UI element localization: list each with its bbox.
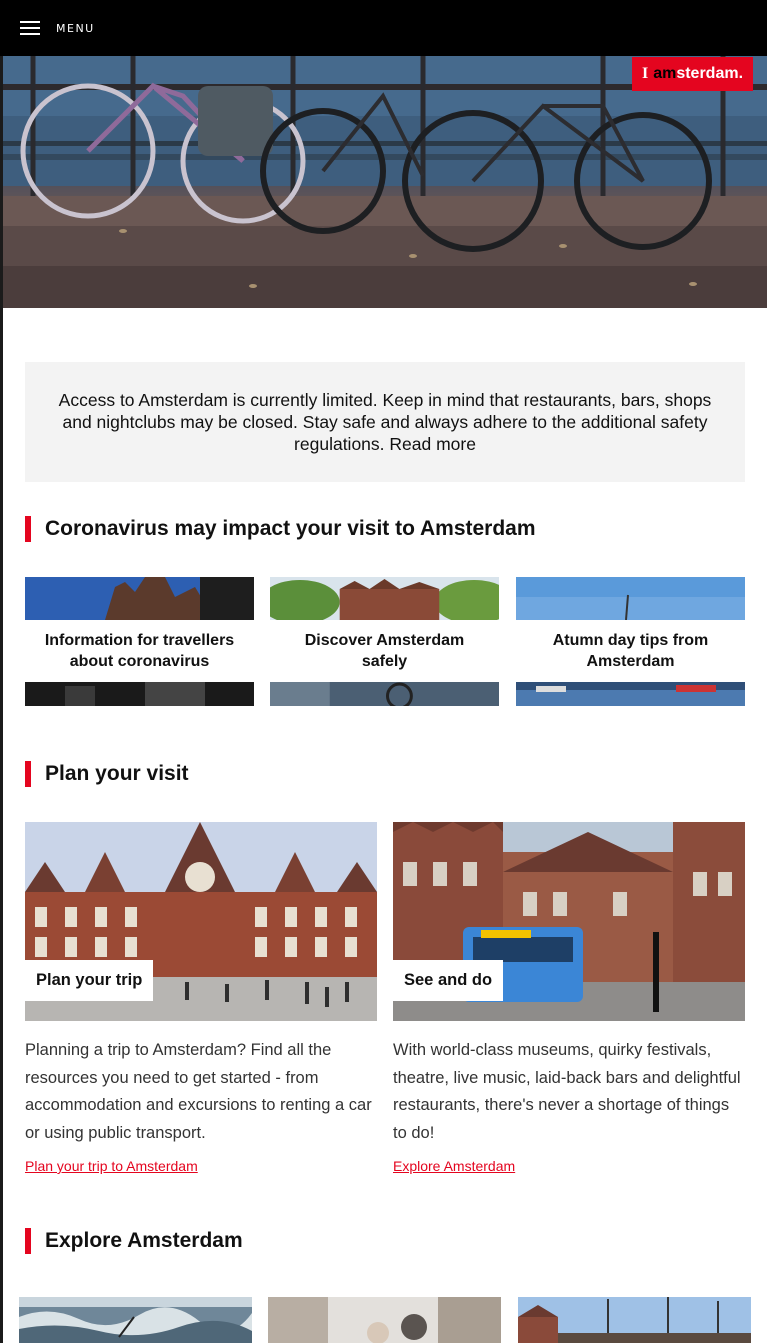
top-bar: MENU xyxy=(0,0,767,56)
hamburger-icon xyxy=(20,21,40,35)
bicycles-photo xyxy=(3,56,767,308)
card-image-bottom xyxy=(270,682,499,706)
logo-rest: sterdam xyxy=(676,65,739,82)
menu-button[interactable]: MENU xyxy=(20,17,95,39)
logo-prefix: I xyxy=(641,65,649,82)
card-label-box: Atumn day tips from Amsterdam xyxy=(516,620,745,682)
card-label-box: Information for travellers about coronav… xyxy=(25,620,254,682)
plan-card-tag: See and do xyxy=(393,960,504,1001)
card-image-bottom xyxy=(516,682,745,706)
street-photo xyxy=(268,1297,501,1343)
card-image-top xyxy=(25,577,254,620)
explore-thumb-street[interactable] xyxy=(268,1297,501,1343)
corona-card-autumn[interactable]: Atumn day tips from Amsterdam xyxy=(516,577,745,706)
section-title-explore: Explore Amsterdam xyxy=(45,1229,243,1252)
plan-card-image: Plan your trip xyxy=(25,822,377,1021)
corona-card-travellers[interactable]: Information for travellers about coronav… xyxy=(25,577,254,706)
notice-text: Access to Amsterdam is currently limited… xyxy=(58,390,712,454)
plan-card-image: See and do xyxy=(393,822,745,1021)
card-image-top xyxy=(270,577,499,620)
logo-wordmark: amsterdam. xyxy=(653,65,743,83)
i-amsterdam-logo[interactable]: I amsterdam. xyxy=(632,57,753,91)
logo-am: am xyxy=(653,65,677,82)
plan-trip-link[interactable]: Plan your trip to Amsterdam xyxy=(25,1158,198,1174)
logo-dot: . xyxy=(738,65,744,82)
section-heading-plan: Plan your visit xyxy=(25,760,189,788)
section-title-corona: Coronavirus may impact your visit to Ams… xyxy=(45,517,536,540)
card-image-bottom xyxy=(25,682,254,706)
card-label: Discover Amsterdam safely xyxy=(304,632,465,670)
hero-image xyxy=(3,56,767,308)
section-title-plan: Plan your visit xyxy=(45,762,189,785)
explore-amsterdam-link[interactable]: Explore Amsterdam xyxy=(393,1158,515,1174)
harbour-photo xyxy=(518,1297,751,1343)
card-label-box: Discover Amsterdam safely xyxy=(270,620,499,682)
explore-thumb-beach[interactable] xyxy=(19,1297,252,1343)
heading-accent-bar xyxy=(25,1228,31,1254)
plan-card-description: Planning a trip to Amsterdam? Find all t… xyxy=(25,1041,372,1142)
card-label: Information for travellers about coronav… xyxy=(44,632,235,670)
card-image-top xyxy=(516,577,745,620)
card-label: Atumn day tips from Amsterdam xyxy=(552,632,709,670)
section-heading-corona: Coronavirus may impact your visit to Ams… xyxy=(25,515,536,543)
explore-thumb-harbour[interactable] xyxy=(518,1297,751,1343)
plan-card-trip[interactable]: Plan your trip Planning a trip to Amster… xyxy=(25,822,377,1176)
section-heading-explore: Explore Amsterdam xyxy=(25,1227,243,1255)
plan-card-see-do[interactable]: See and do With world-class museums, qui… xyxy=(393,822,745,1176)
heading-accent-bar xyxy=(25,761,31,787)
beach-photo xyxy=(19,1297,252,1343)
plan-card-description: With world-class museums, quirky festiva… xyxy=(393,1041,741,1142)
heading-accent-bar xyxy=(25,516,31,542)
corona-card-discover[interactable]: Discover Amsterdam safely xyxy=(270,577,499,706)
plan-card-tag: Plan your trip xyxy=(25,960,154,1001)
covid-notice[interactable]: Access to Amsterdam is currently limited… xyxy=(25,362,745,482)
menu-label: MENU xyxy=(56,21,95,35)
